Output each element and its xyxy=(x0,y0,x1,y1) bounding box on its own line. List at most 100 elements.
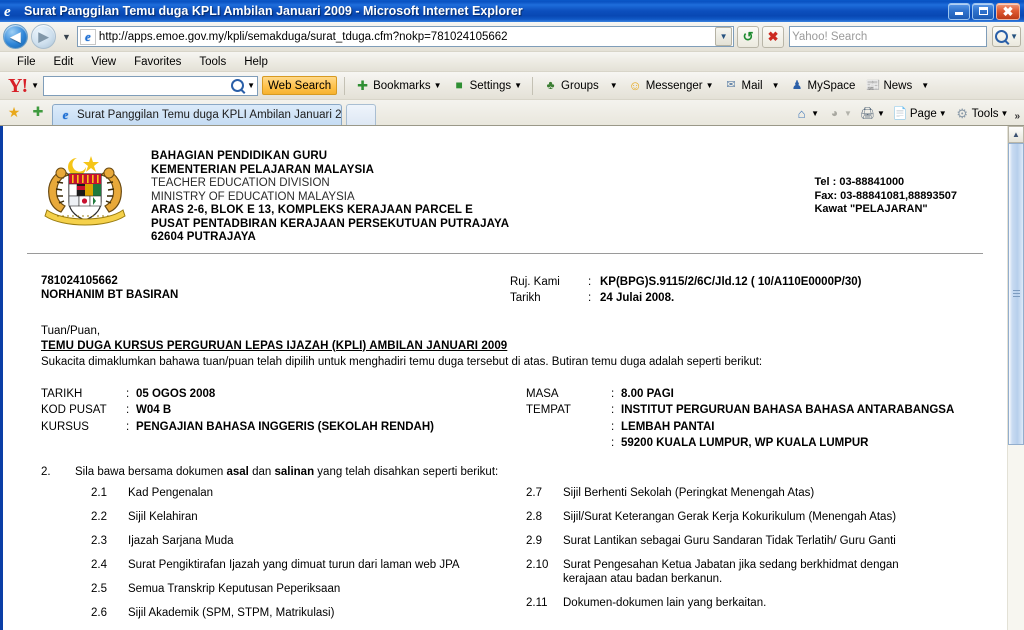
item-number: 2.9 xyxy=(526,534,542,547)
ruj-colon: : xyxy=(588,275,592,288)
tools-menu-button[interactable]: ⚙ Tools ▼ xyxy=(953,105,1011,122)
tools-label: Tools xyxy=(971,107,999,120)
chevron-down-icon[interactable]: ▼ xyxy=(1001,109,1009,118)
item-number: 2.3 xyxy=(91,534,107,547)
menu-item-file[interactable]: File xyxy=(8,55,45,69)
list-item: 2.10 Surat Pengesahan Ketua Jabatan jika… xyxy=(526,558,985,586)
chevron-down-icon[interactable]: ▼ xyxy=(811,109,819,118)
back-button[interactable]: ◀ xyxy=(3,24,28,49)
address-dropdown-icon[interactable]: ▼ xyxy=(715,27,733,46)
mail-button[interactable]: ✉ Mail ▼ xyxy=(721,77,783,94)
add-to-favorites-button[interactable]: ✚ xyxy=(28,102,48,122)
groups-button[interactable]: ♣ Groups ▼ xyxy=(540,77,621,94)
browser-window: e Surat Panggilan Temu duga KPLI Ambilan… xyxy=(0,0,1024,630)
list-item: 2.8 Sijil/Surat Keterangan Gerak Kerja K… xyxy=(526,510,985,524)
clause-2-part1: Sila bawa bersama dokumen xyxy=(75,465,227,478)
print-button[interactable]: 🖨 ▼ xyxy=(858,105,887,122)
chevron-down-icon[interactable]: ▼ xyxy=(921,81,929,90)
vertical-scrollbar[interactable]: ▲ xyxy=(1007,126,1024,630)
recipient-ic-number: 781024105662 xyxy=(41,274,118,287)
clause-2-part2: dan xyxy=(248,465,275,478)
chevron-down-icon[interactable]: ▼ xyxy=(514,81,522,90)
reference-block: Ruj. Kami : KP(BPG)S.9115/2/6C/Jld.12 ( … xyxy=(510,274,985,306)
web-search-button[interactable]: Web Search xyxy=(262,76,338,95)
messenger-button[interactable]: ☺ Messenger ▼ xyxy=(625,77,717,94)
bookmarks-button[interactable]: ✚ Bookmarks ▼ xyxy=(352,77,444,94)
stop-button[interactable]: ✖ xyxy=(762,25,785,48)
detail-kod-pusat-value: W04 B xyxy=(136,404,172,416)
salutation-text: Tuan/Puan, xyxy=(41,324,101,337)
yahoo-logo-dropdown-icon[interactable]: ▼ xyxy=(31,81,39,90)
recipient-name: NORHANIM BT BASIRAN xyxy=(41,289,179,301)
news-label: News xyxy=(883,79,913,92)
chevron-down-icon[interactable]: ▼ xyxy=(772,81,780,90)
scrollbar-track[interactable] xyxy=(1008,143,1024,630)
maximize-button[interactable] xyxy=(972,2,994,20)
favorites-center-button[interactable]: ★ xyxy=(4,102,24,122)
home-button[interactable]: ⌂ ▼ xyxy=(792,105,821,122)
clause-2-part3: yang telah disahkan seperti berikut: xyxy=(314,465,499,478)
refresh-button[interactable]: ↺ xyxy=(737,25,760,48)
org-line-1: BAHAGIAN PENDIDIKAN GURU xyxy=(151,150,328,162)
ie-search-go-button[interactable]: ▼ xyxy=(992,26,1021,47)
new-tab-button[interactable] xyxy=(346,104,376,125)
page-viewport: BAHAGIAN PENDIDIKAN GURU KEMENTERIAN PEL… xyxy=(0,126,1024,630)
detail-masa-value: 8.00 PAGI xyxy=(621,387,674,400)
browser-tab-active[interactable]: e Surat Panggilan Temu duga KPLI Ambilan… xyxy=(52,104,342,125)
list-item: 2.1 Kad Pengenalan xyxy=(41,486,526,500)
tarikh-label: Tarikh xyxy=(510,291,541,304)
minimize-button[interactable] xyxy=(948,2,970,20)
contact-tel: Tel : 03-88841000 xyxy=(814,176,905,188)
list-item: 2.2 Sijil Kelahiran xyxy=(41,510,526,524)
menu-item-tools[interactable]: Tools xyxy=(190,55,235,69)
menu-item-view[interactable]: View xyxy=(82,55,125,69)
page-menu-button[interactable]: 📄 Page ▼ xyxy=(891,105,949,122)
window-title: Surat Panggilan Temu duga KPLI Ambilan J… xyxy=(24,4,523,18)
chevron-down-icon[interactable]: ▼ xyxy=(706,81,714,90)
bookmarks-label: Bookmarks xyxy=(373,79,431,92)
clause-2-bold-asal: asal xyxy=(226,465,249,478)
document-checklist: 2.1 Kad Pengenalan 2.2 Sijil Kelahiran 2… xyxy=(25,486,985,630)
ie-search-input[interactable]: Yahoo! Search xyxy=(789,26,988,47)
recent-pages-dropdown-icon[interactable]: ▼ xyxy=(59,32,74,42)
detail-tempat-line3-colon: : xyxy=(611,437,615,449)
salutation-block: Tuan/Puan, TEMU DUGA KURSUS PERGURUAN LE… xyxy=(25,324,985,370)
detail-tempat-line2: : LEMBAH PANTAI xyxy=(526,419,985,436)
yahoo-search-text[interactable] xyxy=(46,78,232,93)
item-text: Surat Lantikan sebagai Guru Sandaran Tid… xyxy=(563,534,896,547)
yahoo-search-input[interactable]: ▼ xyxy=(43,75,259,96)
detail-tempat-label: TEMPAT xyxy=(526,404,571,416)
chevron-down-icon[interactable]: ▼ xyxy=(434,81,442,90)
address-url-text: http://apps.emoe.gov.my/kpli/semakduga/s… xyxy=(98,30,508,43)
search-icon xyxy=(231,79,245,92)
chevron-down-icon[interactable]: ▼ xyxy=(877,109,885,118)
search-provider-dropdown-icon[interactable]: ▼ xyxy=(1010,32,1018,41)
page-label: Page xyxy=(909,107,937,120)
chevron-down-icon[interactable]: ▼ xyxy=(610,81,618,90)
letterhead: BAHAGIAN PENDIDIKAN GURU KEMENTERIAN PEL… xyxy=(25,140,985,245)
mail-icon: ✉ xyxy=(726,79,736,91)
yahoo-search-dropdown-icon[interactable]: ▼ xyxy=(247,81,255,90)
news-button[interactable]: 📰 News ▼ xyxy=(862,77,932,94)
internet-explorer-icon: e xyxy=(4,4,11,20)
close-button[interactable]: ✖ xyxy=(996,2,1020,20)
yahoo-logo[interactable]: Y! xyxy=(4,76,28,96)
scroll-up-button[interactable]: ▲ xyxy=(1008,126,1024,143)
feeds-button[interactable]: ◕ ▼ xyxy=(825,105,854,122)
window-controls: ✖ xyxy=(948,2,1020,20)
detail-tarikh-value: 05 OGOS 2008 xyxy=(136,387,216,400)
settings-button[interactable]: ■ Settings ▼ xyxy=(449,77,525,94)
menu-item-favorites[interactable]: Favorites xyxy=(125,55,190,69)
myspace-button[interactable]: ♟ MySpace xyxy=(787,77,859,94)
menu-item-help[interactable]: Help xyxy=(235,55,277,69)
address-input[interactable]: e http://apps.emoe.gov.my/kpli/semakduga… xyxy=(76,26,735,47)
chevron-down-icon[interactable]: ▼ xyxy=(939,109,947,118)
contact-block: Tel : 03-88841000 Fax: 03-88841081,88893… xyxy=(814,140,985,217)
forward-button[interactable]: ▶ xyxy=(31,24,56,49)
reference-row: 781024105662 NORHANIM BT BASIRAN Ruj. Ka… xyxy=(25,274,985,306)
list-item: 2.11 Dokumen-dokumen lain yang berkaitan… xyxy=(526,596,985,610)
item-number: 2.2 xyxy=(91,510,107,523)
scrollbar-thumb[interactable] xyxy=(1008,143,1024,445)
menu-item-edit[interactable]: Edit xyxy=(45,55,83,69)
toolbar-overflow-button[interactable]: » xyxy=(1014,111,1020,122)
